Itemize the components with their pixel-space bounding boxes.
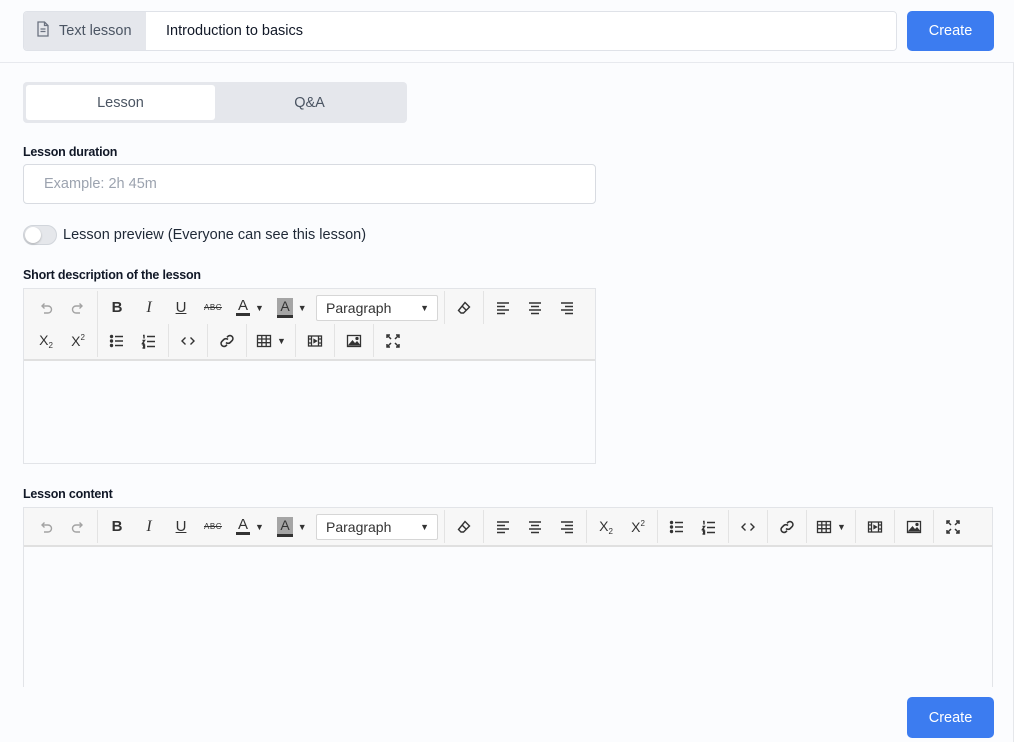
paragraph-format-select[interactable]: Paragraph ▼ [316, 294, 438, 321]
tab-lesson[interactable]: Lesson [26, 85, 215, 120]
numbered-list-icon[interactable] [133, 327, 165, 355]
lesson-type-label: Text lesson [59, 23, 132, 39]
underline-icon[interactable]: U [165, 513, 197, 541]
lesson-duration-input[interactable] [23, 164, 596, 204]
short-description-content-area[interactable] [24, 361, 595, 461]
lesson-preview-toggle[interactable] [23, 225, 57, 245]
tab-qa[interactable]: Q&A [215, 85, 404, 120]
short-description-toolbar: B I U ABC A ▼ A ▼ Paragraph ▼ X2 X2 ▼ [24, 289, 595, 361]
subscript-icon[interactable]: X2 [30, 327, 62, 355]
fullscreen-icon[interactable] [377, 327, 409, 355]
eraser-icon[interactable] [448, 294, 480, 322]
bold-icon[interactable]: B [101, 294, 133, 322]
undo-icon[interactable] [30, 294, 62, 322]
lesson-title-group: Text lesson [23, 11, 897, 51]
lesson-content-toolbar: B I U ABC A ▼ A ▼ Paragraph ▼ X2 X2 ▼ [24, 508, 992, 547]
lesson-content-area[interactable] [24, 547, 992, 687]
strikethrough-icon[interactable]: ABC [197, 513, 229, 541]
video-icon[interactable] [299, 327, 331, 355]
lesson-duration-label: Lesson duration [23, 145, 118, 159]
eraser-icon[interactable] [448, 513, 480, 541]
align-right-icon[interactable] [551, 294, 583, 322]
align-center-icon[interactable] [519, 513, 551, 541]
undo-icon[interactable] [30, 513, 62, 541]
subscript-icon[interactable]: X2 [590, 513, 622, 541]
redo-icon[interactable] [62, 294, 94, 322]
chevron-down-icon: ▼ [420, 521, 429, 532]
bold-icon[interactable]: B [101, 513, 133, 541]
link-icon[interactable] [211, 327, 243, 355]
align-left-icon[interactable] [487, 294, 519, 322]
underline-icon[interactable]: U [165, 294, 197, 322]
align-right-icon[interactable] [551, 513, 583, 541]
align-center-icon[interactable] [519, 294, 551, 322]
short-description-label: Short description of the lesson [23, 268, 201, 282]
format-select-value: Paragraph [326, 299, 392, 316]
lesson-form-panel: Text lesson Create Lesson Q&A Lesson dur… [0, 0, 1014, 742]
fullscreen-icon[interactable] [937, 513, 969, 541]
image-icon[interactable] [898, 513, 930, 541]
format-select-value: Paragraph [326, 518, 392, 535]
video-icon[interactable] [859, 513, 891, 541]
lesson-content-editor: B I U ABC A ▼ A ▼ Paragraph ▼ X2 X2 ▼ [23, 507, 993, 687]
create-button-top[interactable]: Create [907, 11, 994, 51]
chevron-down-icon: ▼ [420, 302, 429, 313]
superscript-icon[interactable]: X2 [622, 513, 654, 541]
image-icon[interactable] [338, 327, 370, 355]
background-color-icon[interactable]: A ▼ [271, 513, 313, 541]
table-icon[interactable]: ▼ [250, 327, 292, 355]
text-color-icon[interactable]: A ▼ [229, 294, 271, 322]
italic-icon[interactable]: I [133, 513, 165, 541]
background-color-icon[interactable]: A ▼ [271, 294, 313, 322]
lesson-content-label: Lesson content [23, 487, 113, 501]
code-view-icon[interactable] [732, 513, 764, 541]
short-description-editor: B I U ABC A ▼ A ▼ Paragraph ▼ X2 X2 ▼ [23, 288, 596, 464]
bullet-list-icon[interactable] [661, 513, 693, 541]
table-icon[interactable]: ▼ [810, 513, 852, 541]
align-left-icon[interactable] [487, 513, 519, 541]
superscript-icon[interactable]: X2 [62, 327, 94, 355]
code-view-icon[interactable] [172, 327, 204, 355]
link-icon[interactable] [771, 513, 803, 541]
text-color-icon[interactable]: A ▼ [229, 513, 271, 541]
lesson-title-input[interactable] [146, 12, 896, 50]
lesson-type-addon: Text lesson [24, 12, 146, 50]
strikethrough-icon[interactable]: ABC [197, 294, 229, 322]
create-button-bottom[interactable]: Create [907, 697, 994, 738]
page-background-strip [1014, 0, 1024, 742]
italic-icon[interactable]: I [133, 294, 165, 322]
header: Text lesson [0, 0, 1014, 63]
redo-icon[interactable] [62, 513, 94, 541]
lesson-preview-label: Lesson preview (Everyone can see this le… [63, 227, 367, 243]
paragraph-format-select[interactable]: Paragraph ▼ [316, 513, 438, 540]
bullet-list-icon[interactable] [101, 327, 133, 355]
preview-toggle-row: Lesson preview (Everyone can see this le… [23, 224, 366, 246]
numbered-list-icon[interactable] [693, 513, 725, 541]
document-icon [36, 21, 50, 41]
lesson-tabs: Lesson Q&A [23, 82, 407, 123]
